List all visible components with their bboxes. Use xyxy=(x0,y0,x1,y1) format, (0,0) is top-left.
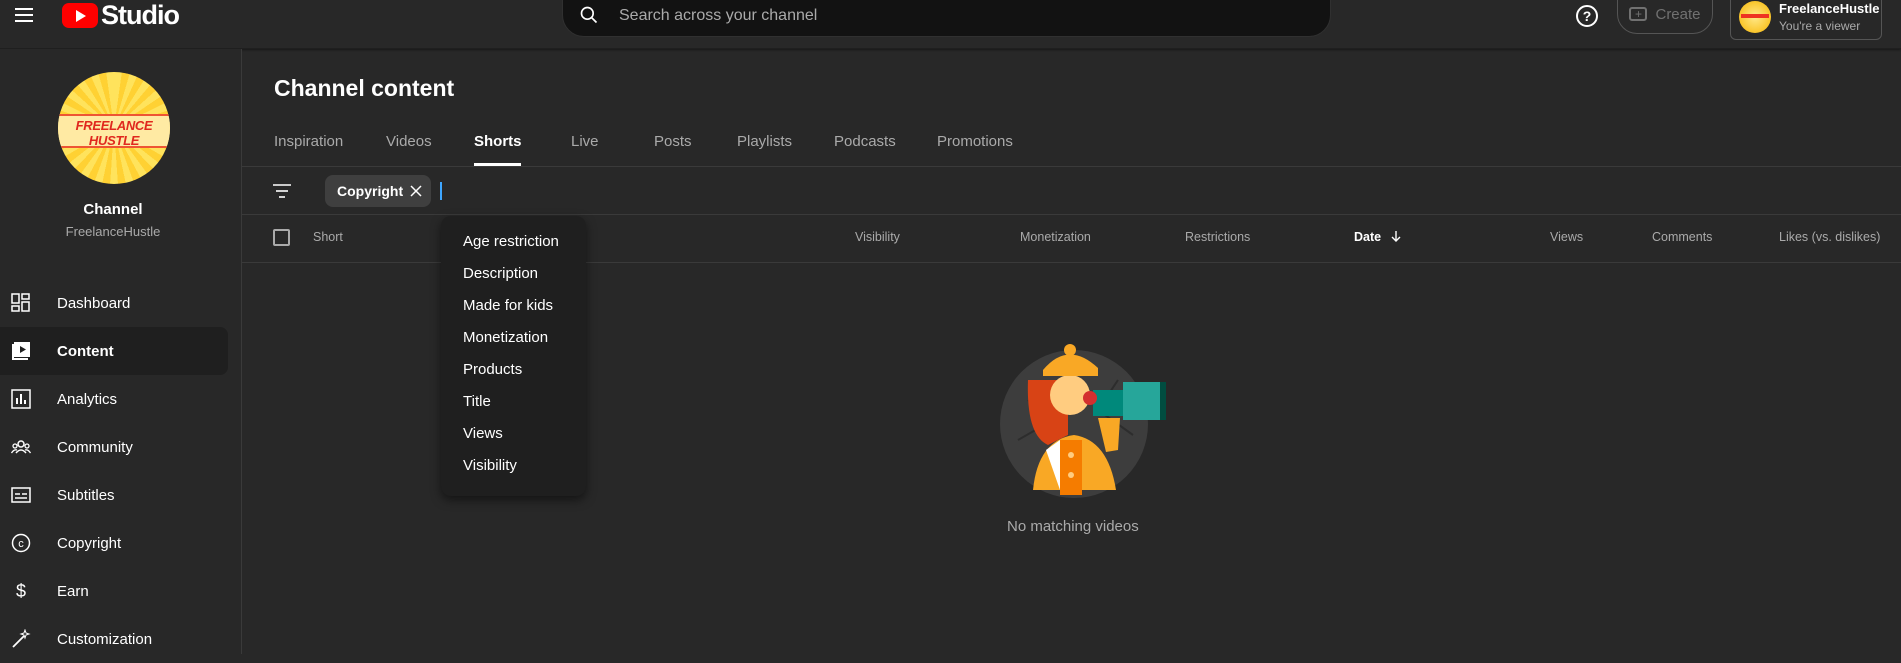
filter-divider xyxy=(242,214,1901,215)
channel-avatar[interactable]: FREELANCE HUSTLE xyxy=(58,72,170,184)
sidebar-item-dashboard[interactable]: Dashboard xyxy=(0,279,228,327)
sidebar: FREELANCE HUSTLE Channel FreelanceHustle… xyxy=(0,49,242,654)
tab-podcasts[interactable]: Podcasts xyxy=(834,133,896,150)
logo-text: Studio xyxy=(101,0,180,30)
studio-logo[interactable]: Studio xyxy=(62,0,180,30)
sidebar-item-subtitles[interactable]: Subtitles xyxy=(0,471,228,519)
account-avatar xyxy=(1739,1,1771,33)
sidebar-item-label: Earn xyxy=(57,582,89,600)
sidebar-item-customization[interactable]: Customization xyxy=(0,615,228,663)
sidebar-item-community[interactable]: Community xyxy=(0,423,228,471)
channel-handle: FreelanceHustle xyxy=(65,224,161,239)
tab-playlists[interactable]: Playlists xyxy=(737,133,792,150)
column-header-likes[interactable]: Likes (vs. dislikes) xyxy=(1779,230,1880,244)
menu-item-made-for-kids[interactable]: Made for kids xyxy=(463,297,553,314)
menu-item-products[interactable]: Products xyxy=(463,361,522,378)
account-name: FreelanceHustle xyxy=(1779,1,1880,16)
menu-item-views[interactable]: Views xyxy=(463,425,503,442)
column-header-visibility[interactable]: Visibility xyxy=(855,230,900,244)
menu-item-description[interactable]: Description xyxy=(463,265,538,282)
search-icon xyxy=(580,6,598,24)
svg-text:$: $ xyxy=(16,581,26,601)
community-icon xyxy=(11,437,31,457)
column-header-short[interactable]: Short xyxy=(313,230,343,244)
tabs-divider xyxy=(242,166,1901,167)
sidebar-item-analytics[interactable]: Analytics xyxy=(0,375,228,423)
menu-item-title[interactable]: Title xyxy=(463,393,491,410)
search-input[interactable]: Search across your channel xyxy=(619,7,817,25)
tab-shorts[interactable]: Shorts xyxy=(474,133,522,150)
sidebar-item-label: Content xyxy=(57,342,114,360)
tab-inspiration[interactable]: Inspiration xyxy=(274,133,343,150)
binoculars-illustration-icon xyxy=(1000,344,1166,498)
sidebar-item-label: Analytics xyxy=(57,390,118,408)
filter-chip-label: Copyright xyxy=(337,183,404,199)
tab-posts[interactable]: Posts xyxy=(654,133,692,150)
sort-down-arrow-icon xyxy=(1391,231,1401,242)
youtube-play-icon xyxy=(62,2,98,28)
create-button[interactable]: + Create xyxy=(1617,0,1713,34)
content-icon xyxy=(11,341,31,361)
account-role: You're a viewer xyxy=(1779,19,1861,33)
sidebar-item-content[interactable]: Content xyxy=(0,327,228,375)
menu-item-age-restriction[interactable]: Age restriction xyxy=(463,233,559,250)
account-switcher[interactable]: FreelanceHustle You're a viewer xyxy=(1730,0,1882,40)
sidebar-item-label: Copyright xyxy=(57,534,122,552)
sidebar-item-copyright[interactable]: c Copyright xyxy=(0,519,228,567)
sidebar-item-label: Community xyxy=(57,438,133,456)
column-header-views[interactable]: Views xyxy=(1550,230,1583,244)
sidebar-item-label: Customization xyxy=(57,630,153,648)
dashboard-icon xyxy=(11,293,31,313)
close-icon[interactable] xyxy=(409,184,423,198)
subtitles-icon xyxy=(11,485,31,505)
copyright-icon: c xyxy=(11,533,31,553)
top-bar: Studio Search across your channel ? + Cr… xyxy=(0,0,1901,49)
filter-input-caret[interactable] xyxy=(440,182,442,200)
column-header-comments[interactable]: Comments xyxy=(1652,230,1712,244)
create-label: Create xyxy=(1655,5,1701,23)
sidebar-item-label: Subtitles xyxy=(57,486,115,504)
tab-live[interactable]: Live xyxy=(571,133,599,150)
filter-icon[interactable] xyxy=(272,181,292,201)
column-header-date[interactable]: Date xyxy=(1354,230,1402,244)
filter-options-dropdown: Age restriction Description Made for kid… xyxy=(441,216,586,496)
sidebar-item-label: Dashboard xyxy=(57,294,131,312)
analytics-icon xyxy=(11,389,31,409)
page-title: Channel content xyxy=(274,75,455,101)
earn-icon: $ xyxy=(11,581,31,601)
empty-state-message: No matching videos xyxy=(1007,518,1139,535)
avatar-logo-text: FREELANCE HUSTLE xyxy=(75,118,153,148)
tab-promotions[interactable]: Promotions xyxy=(937,133,1013,150)
sidebar-item-earn[interactable]: $ Earn xyxy=(0,567,228,615)
channel-title: Channel xyxy=(83,201,143,218)
menu-item-visibility[interactable]: Visibility xyxy=(463,457,517,474)
column-header-restrictions[interactable]: Restrictions xyxy=(1185,230,1250,244)
search-bar[interactable]: Search across your channel xyxy=(562,0,1331,37)
customization-icon xyxy=(11,629,31,649)
menu-item-monetization[interactable]: Monetization xyxy=(463,329,548,346)
column-header-monetization[interactable]: Monetization xyxy=(1020,230,1091,244)
menu-icon[interactable] xyxy=(12,4,36,28)
column-header-date-label: Date xyxy=(1354,230,1382,244)
tab-videos[interactable]: Videos xyxy=(386,133,432,150)
select-all-checkbox[interactable] xyxy=(273,229,290,246)
filter-chip-copyright[interactable]: Copyright xyxy=(325,175,431,207)
help-icon[interactable]: ? xyxy=(1576,5,1598,27)
create-video-icon: + xyxy=(1629,7,1648,21)
svg-text:c: c xyxy=(18,538,24,550)
